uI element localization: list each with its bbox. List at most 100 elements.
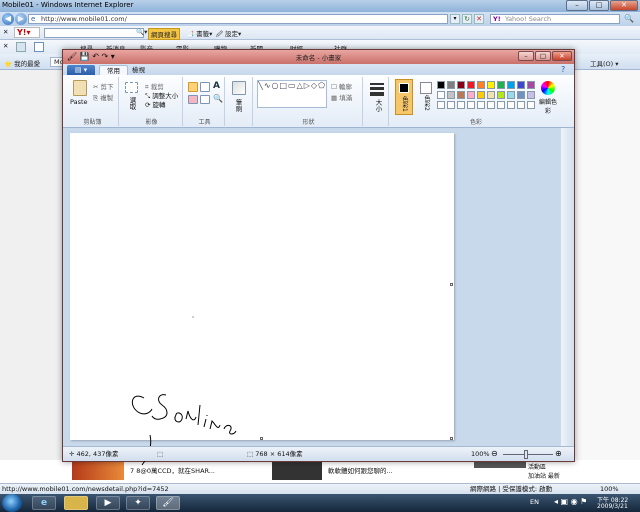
- clock-date[interactable]: 2009/3/21: [597, 503, 628, 510]
- shape-fill-button[interactable]: ▦ 填滿: [331, 92, 352, 102]
- select-button[interactable]: 選取: [127, 97, 137, 110]
- select-icon[interactable]: [125, 82, 138, 93]
- close-toolbar-icon[interactable]: ✕: [3, 28, 8, 36]
- paint-close-button[interactable]: ✕: [552, 51, 572, 61]
- ie-maximize-button[interactable]: □: [589, 0, 609, 11]
- favorites-button[interactable]: ⭐ 我的最愛: [4, 58, 40, 68]
- resize-handle-corner[interactable]: [450, 437, 453, 440]
- vertical-scrollbar[interactable]: [561, 128, 574, 446]
- palette-swatch[interactable]: [517, 81, 525, 89]
- thumbnail-image-2[interactable]: [272, 462, 322, 480]
- palette-swatch[interactable]: [447, 81, 455, 89]
- shape-outline-button[interactable]: ☐ 輪廓: [331, 81, 352, 91]
- text-tool-icon[interactable]: A: [213, 81, 220, 91]
- zoom-out-icon[interactable]: ⊖: [491, 447, 498, 461]
- palette-swatch[interactable]: [437, 91, 445, 99]
- palette-swatch[interactable]: [457, 91, 465, 99]
- web-search-button[interactable]: 網頁搜尋: [148, 28, 180, 40]
- zoom-slider-thumb[interactable]: [524, 450, 528, 459]
- palette-swatch[interactable]: [507, 91, 515, 99]
- palette-swatch[interactable]: [527, 91, 535, 99]
- palette-swatch[interactable]: [477, 91, 485, 99]
- custom-swatch[interactable]: [487, 101, 495, 109]
- custom-swatch[interactable]: [507, 101, 515, 109]
- article-link-3[interactable]: 活動區 加油站 最新: [528, 462, 560, 480]
- brushes-button[interactable]: 筆刷: [233, 99, 243, 112]
- custom-swatch[interactable]: [497, 101, 505, 109]
- close-links-icon[interactable]: ✕: [3, 42, 8, 50]
- thumbnail-image[interactable]: [72, 462, 124, 480]
- paint-menu-button[interactable]: ▤ ▾: [67, 65, 95, 75]
- custom-swatch[interactable]: [447, 101, 455, 109]
- stop-icon[interactable]: ✕: [474, 14, 484, 24]
- palette-swatch[interactable]: [467, 81, 475, 89]
- palette-swatch[interactable]: [437, 81, 445, 89]
- zoom-in-icon[interactable]: ⊕: [555, 447, 562, 461]
- resize-handle-bottom[interactable]: [260, 437, 263, 440]
- ie-close-button[interactable]: ✕: [610, 0, 638, 11]
- article-link-2[interactable]: 軟軟體如何跟您聊的...: [328, 465, 393, 475]
- palette-swatch[interactable]: [487, 91, 495, 99]
- drawing-canvas[interactable]: [70, 133, 454, 466]
- media-player-taskbar-icon[interactable]: ▶: [96, 496, 120, 510]
- line-size-icon-3[interactable]: [370, 92, 384, 96]
- paint-maximize-button[interactable]: □: [535, 51, 551, 61]
- edit-colors-button[interactable]: 編輯色彩: [539, 97, 557, 115]
- back-icon[interactable]: ◀: [2, 13, 14, 25]
- copy-button[interactable]: ⎘ 複製: [93, 92, 113, 103]
- edit-colors-icon[interactable]: [541, 81, 555, 95]
- custom-swatch[interactable]: [467, 101, 475, 109]
- dropdown-icon[interactable]: ▾: [450, 14, 460, 24]
- resize-handle-right[interactable]: [450, 283, 453, 286]
- paste-button[interactable]: Paste: [70, 98, 88, 106]
- eraser-icon[interactable]: [188, 95, 198, 104]
- palette-swatch[interactable]: [447, 91, 455, 99]
- brush-icon[interactable]: [232, 81, 246, 95]
- forward-icon[interactable]: ▶: [15, 13, 27, 25]
- paste-icon[interactable]: [73, 80, 87, 96]
- cut-button[interactable]: ✂ 剪下: [93, 81, 114, 91]
- palette-swatch[interactable]: [517, 91, 525, 99]
- toolbar-search-icon[interactable]: 🔍▾: [136, 28, 147, 36]
- language-indicator[interactable]: EN: [530, 498, 539, 506]
- paint-taskbar-icon[interactable]: 🖌: [156, 496, 180, 510]
- ie-minimize-button[interactable]: –: [566, 0, 588, 11]
- paint-minimize-button[interactable]: –: [518, 51, 534, 61]
- explorer-taskbar-icon[interactable]: [64, 496, 88, 510]
- tab-view[interactable]: 檢視: [125, 65, 152, 75]
- palette-swatch[interactable]: [527, 81, 535, 89]
- color1-button[interactable]: 色彩1: [395, 79, 413, 115]
- tab-home[interactable]: 常用: [99, 65, 128, 75]
- custom-swatch[interactable]: [517, 101, 525, 109]
- palette-swatch[interactable]: [507, 81, 515, 89]
- ie-taskbar-icon[interactable]: e: [32, 496, 56, 510]
- custom-swatch[interactable]: [527, 101, 535, 109]
- search-icon[interactable]: 🔍: [624, 14, 636, 24]
- palette-swatch[interactable]: [457, 81, 465, 89]
- tools-menu[interactable]: 工具(O) ▾: [590, 58, 619, 68]
- search-input[interactable]: Y! Yahoo! Search: [490, 14, 620, 24]
- palette-swatch[interactable]: [497, 91, 505, 99]
- refresh-icon[interactable]: ↻: [462, 14, 472, 24]
- magnifier-icon[interactable]: 🔍: [213, 94, 223, 103]
- palette-swatch[interactable]: [477, 81, 485, 89]
- address-input[interactable]: e http://www.mobile01.com/: [28, 14, 448, 24]
- toolbar-search-input[interactable]: [44, 28, 144, 38]
- status-zoom[interactable]: 100%: [600, 484, 619, 494]
- shapes-gallery[interactable]: ╲∿○□▭△▷◇⬠⬡▶◀▲▼✦☆★♡◯⌓: [257, 80, 327, 108]
- rotate-button[interactable]: ⟳ 旋轉: [145, 99, 166, 109]
- fill-bucket-icon[interactable]: [200, 82, 210, 92]
- size-button[interactable]: 大小: [373, 99, 383, 112]
- custom-swatch[interactable]: [457, 101, 465, 109]
- palette-swatch[interactable]: [467, 91, 475, 99]
- color2-button[interactable]: 色彩2: [417, 79, 435, 115]
- yahoo-logo[interactable]: Y!▾: [14, 27, 40, 38]
- color-picker-icon[interactable]: [200, 95, 210, 104]
- help-icon[interactable]: ?: [561, 65, 565, 74]
- custom-swatch[interactable]: [477, 101, 485, 109]
- cs-taskbar-icon[interactable]: ✦: [126, 496, 150, 510]
- palette-swatch[interactable]: [497, 81, 505, 89]
- tray-icons[interactable]: ◂ ▣ ◉ ⚑: [554, 497, 587, 506]
- palette-swatch[interactable]: [487, 81, 495, 89]
- start-button[interactable]: [2, 494, 22, 512]
